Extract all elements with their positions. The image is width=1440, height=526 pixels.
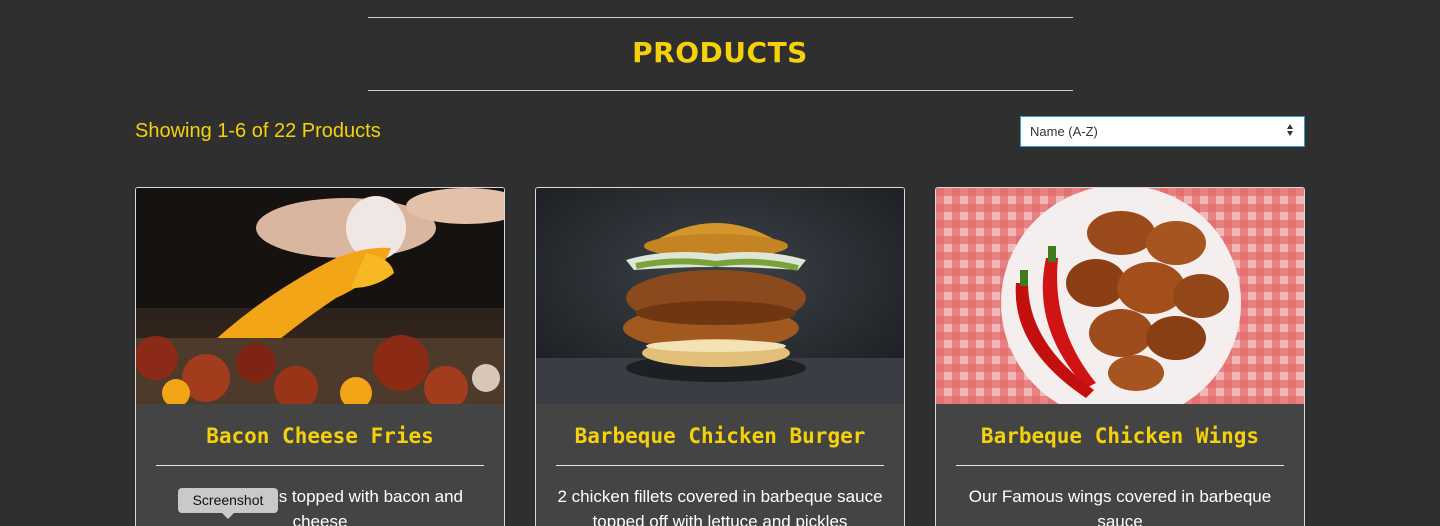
title-rule-bottom <box>368 90 1073 91</box>
results-count: Showing 1-6 of 22 Products <box>135 120 381 142</box>
product-card[interactable]: Barbeque Chicken Burger 2 chicken fillet… <box>535 187 905 526</box>
product-title[interactable]: Barbeque Chicken Wings <box>936 424 1304 448</box>
product-description: 2 chicken fillets covered in barbeque sa… <box>557 487 883 526</box>
card-divider <box>156 465 484 466</box>
select-arrows-icon <box>1287 124 1293 136</box>
product-title[interactable]: Barbeque Chicken Burger <box>536 424 904 448</box>
page-title: PRODUCTS <box>632 36 808 69</box>
product-card[interactable]: Barbeque Chicken Wings Our Famous wings … <box>935 187 1305 526</box>
product-description: Our Famous wings covered in barbeque sau… <box>968 487 1272 526</box>
product-card[interactable]: Bacon Cheese Fries Ces topped with bacon… <box>135 187 505 526</box>
bacon-cheese-fries-photo[interactable] <box>136 188 504 404</box>
sort-select-value: Name (A-Z) <box>1030 124 1098 139</box>
sort-select[interactable]: Name (A-Z) <box>1020 116 1305 147</box>
card-divider <box>556 465 884 466</box>
chicken-burger-photo[interactable] <box>536 188 904 404</box>
card-divider <box>956 465 1284 466</box>
screenshot-tooltip: Screenshot <box>178 488 278 519</box>
chicken-wings-photo[interactable] <box>936 188 1304 404</box>
app-window: PRODUCTS Showing 1-6 of 22 Products Name… <box>0 0 1440 526</box>
product-title[interactable]: Bacon Cheese Fries <box>136 424 504 448</box>
title-rule-top <box>368 17 1073 18</box>
